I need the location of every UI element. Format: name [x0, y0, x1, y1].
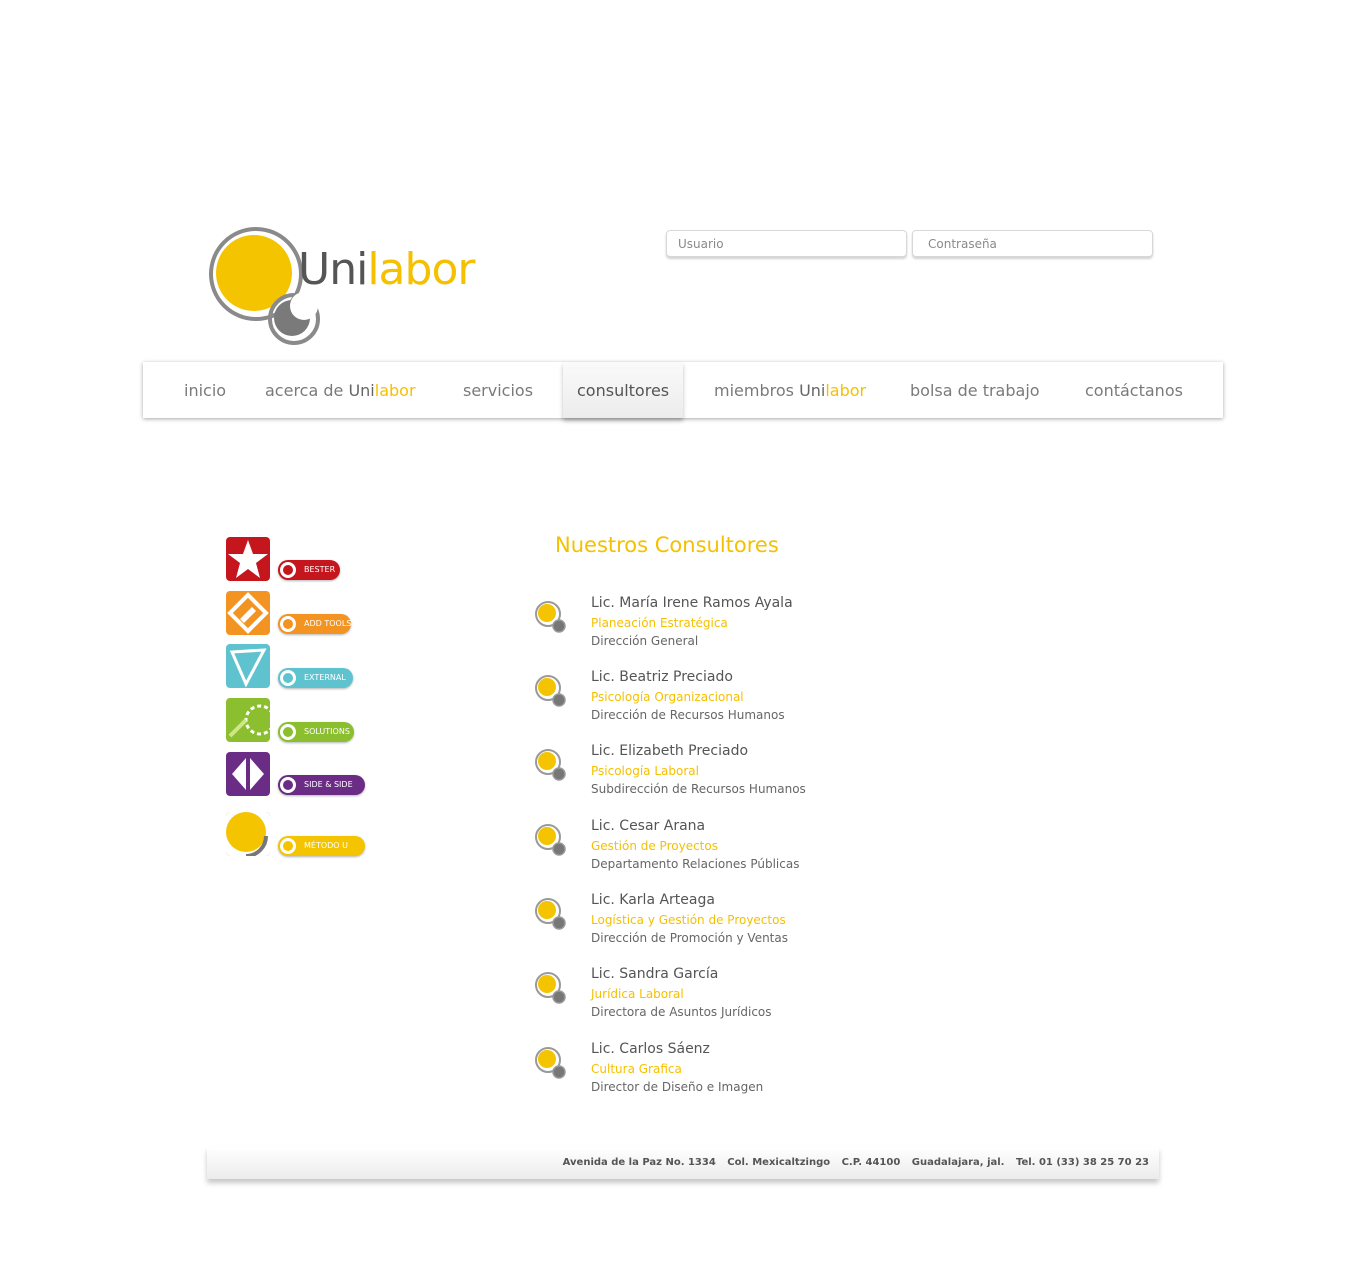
section-title: Nuestros Consultores — [555, 533, 779, 557]
consultant-item: Lic. Sandra García Jurídica Laboral Dire… — [535, 966, 955, 1026]
consultant-bullet-icon — [535, 824, 566, 856]
nav-miembros-labor: labor — [825, 381, 867, 400]
consultant-item: Lic. Cesar Arana Gestión de Proyectos De… — [535, 818, 955, 878]
consultant-role: Dirección de Recursos Humanos — [591, 708, 785, 722]
consultant-name: Lic. Beatriz Preciado — [591, 669, 733, 685]
nav-miembros-prefix: miembros — [714, 381, 800, 400]
consultant-bullet-icon — [535, 898, 566, 930]
nav-acerca[interactable]: acerca de Unilabor — [265, 362, 416, 418]
brand-label: ADD TOOLS — [304, 619, 352, 628]
password-field[interactable] — [912, 230, 1153, 257]
external-icon — [280, 670, 296, 686]
consultant-area[interactable]: Psicología Organizacional — [591, 690, 744, 704]
consultant-item: Lic. Karla Arteaga Logística y Gestión d… — [535, 892, 955, 952]
consultant-item: Lic. Carlos Sáenz Cultura Grafica Direct… — [535, 1041, 955, 1101]
nav-miembros[interactable]: miembros Unilabor — [714, 362, 866, 418]
consultant-role: Director de Diseño e Imagen — [591, 1080, 764, 1094]
gear-icon — [280, 724, 296, 740]
brand-label: SOLUTIONS — [304, 727, 350, 736]
footer-cp: C.P. 44100 — [841, 1157, 901, 1168]
gear-icon[interactable] — [226, 698, 270, 742]
password-input[interactable] — [913, 231, 1152, 256]
star-icon — [280, 562, 296, 578]
footer-address: Avenida de la Paz No. 1334 — [562, 1157, 716, 1168]
consultant-item: Lic. Beatriz Preciado Psicología Organiz… — [535, 669, 955, 729]
consultant-name: Lic. María Irene Ramos Ayala — [591, 595, 793, 611]
consultant-name: Lic. Elizabeth Preciado — [591, 743, 749, 759]
consultant-bullet-icon — [535, 675, 566, 707]
footer-tel: Tel. 01 (33) 38 25 70 23 — [1015, 1157, 1149, 1168]
star-icon[interactable] — [226, 537, 270, 581]
nav-inicio[interactable]: inicio — [184, 362, 226, 418]
footer: Avenida de la Paz No. 1334 Col. Mexicalt… — [207, 1147, 1159, 1179]
brand-label: BESTER — [304, 565, 336, 574]
footer-colonia: Col. Mexicaltzingo — [727, 1157, 831, 1168]
nav-bolsa[interactable]: bolsa de trabajo — [910, 362, 1040, 418]
consultant-area[interactable]: Psicología Laboral — [591, 764, 699, 778]
nav-miembros-uni: Uni — [799, 381, 826, 400]
consultant-bullet-icon — [535, 749, 566, 781]
nav-contacto[interactable]: contáctanos — [1085, 362, 1183, 418]
consultant-name: Lic. Cesar Arana — [591, 818, 706, 834]
username-field[interactable] — [666, 230, 907, 257]
consultant-area[interactable]: Jurídica Laboral — [591, 987, 684, 1001]
consultant-name: Lic. Carlos Sáenz — [591, 1041, 710, 1057]
nav-acerca-labor: labor — [374, 381, 416, 400]
consultant-role: Directora de Asuntos Jurídicos — [591, 1005, 772, 1019]
consultant-item: Lic. Elizabeth Preciado Psicología Labor… — [535, 743, 955, 803]
brand-bester-button[interactable]: BESTER — [278, 560, 340, 580]
pencil-icon[interactable] — [226, 591, 270, 635]
brand-external-button[interactable]: EXTERNAL — [278, 668, 353, 688]
consultant-name: Lic. Sandra García — [591, 966, 719, 982]
logo-wordmark: Unilabor — [298, 244, 475, 295]
consultant-bullet-icon — [535, 972, 566, 1004]
nav-acerca-prefix: acerca de — [265, 381, 349, 400]
nav-servicios[interactable]: servicios — [463, 362, 533, 418]
circle-icon — [280, 838, 296, 854]
brand-label: SIDE & SIDE — [304, 780, 353, 789]
nav-consultores[interactable]: consultores — [563, 362, 684, 418]
external-icon[interactable] — [226, 644, 270, 688]
brand-metodou-button[interactable]: MÉTODO U — [278, 836, 365, 856]
footer-contact: Avenida de la Paz No. 1334 Col. Mexicalt… — [555, 1157, 1149, 1168]
brand-solutions-button[interactable]: SOLUTIONS — [278, 722, 354, 742]
main-nav: inicio acerca de Unilabor servicios cons… — [143, 362, 1223, 418]
consultant-area[interactable]: Cultura Grafica — [591, 1062, 682, 1076]
consultant-item: Lic. María Irene Ramos Ayala Planeación … — [535, 595, 955, 655]
brand-addtools-button[interactable]: ADD TOOLS — [278, 614, 351, 634]
pencil-icon — [280, 616, 296, 632]
brand-label: MÉTODO U — [304, 841, 348, 850]
consultant-area[interactable]: Logística y Gestión de Proyectos — [591, 913, 786, 927]
brand-sideside-button[interactable]: SIDE & SIDE — [278, 775, 365, 795]
consultant-role: Subdirección de Recursos Humanos — [591, 782, 806, 796]
consultant-area[interactable]: Planeación Estratégica — [591, 616, 728, 630]
brand-label: EXTERNAL — [304, 673, 346, 682]
consultant-role: Dirección de Promoción y Ventas — [591, 931, 788, 945]
consultant-area[interactable]: Gestión de Proyectos — [591, 839, 718, 853]
consultant-role: Departamento Relaciones Públicas — [591, 857, 800, 871]
username-input[interactable] — [667, 231, 906, 256]
consultant-name: Lic. Karla Arteaga — [591, 892, 715, 908]
circle-icon[interactable] — [226, 812, 270, 856]
arrows-icon[interactable] — [226, 752, 270, 796]
logo[interactable]: Unilabor — [206, 226, 476, 348]
arrows-icon — [280, 777, 296, 793]
nav-acerca-uni: Uni — [348, 381, 375, 400]
consultant-role: Dirección General — [591, 634, 699, 648]
consultant-bullet-icon — [535, 601, 566, 633]
consultant-bullet-icon — [535, 1047, 566, 1079]
footer-city: Guadalajara, jal. — [911, 1157, 1005, 1168]
